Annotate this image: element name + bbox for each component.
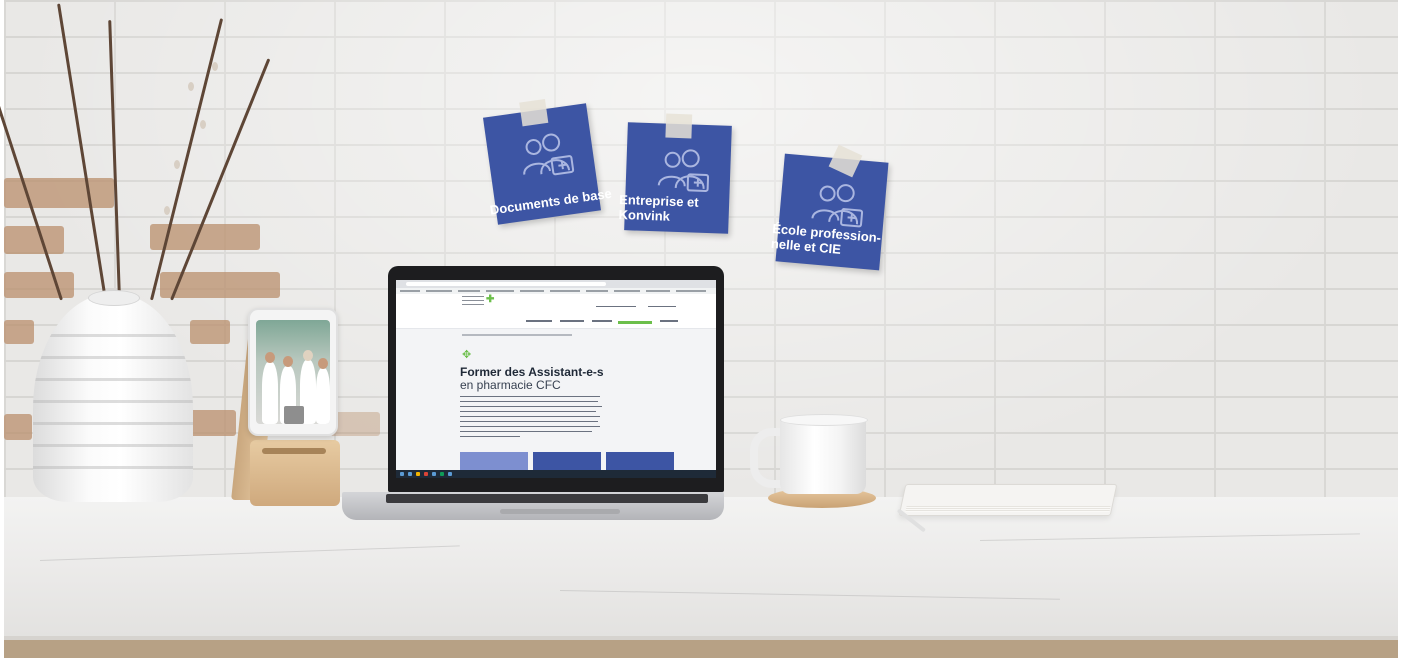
laptop-trackpad-notch	[500, 509, 620, 514]
site-header	[396, 294, 716, 329]
os-taskbar	[396, 470, 716, 478]
site-nav-item-active[interactable]	[618, 321, 652, 324]
notebook-pages	[905, 506, 1111, 512]
exposed-brick	[190, 320, 230, 344]
smartphone	[248, 308, 338, 436]
handshake-icon: ✥	[462, 349, 472, 361]
willow-bud	[174, 160, 180, 169]
site-logo-text	[462, 296, 484, 308]
laptop-keyboard	[386, 494, 708, 503]
willow-bud	[164, 206, 170, 215]
body-text-line	[460, 411, 596, 412]
body-text-line	[460, 436, 520, 437]
people-suitcase-icon	[657, 149, 710, 192]
phone-screen-photo	[256, 320, 330, 424]
body-text-line	[460, 416, 600, 417]
phone-stand-slot	[262, 448, 326, 454]
exposed-brick	[186, 410, 236, 436]
willow-bud	[188, 82, 194, 91]
sticky-note-documents[interactable]: Documents de base	[482, 98, 613, 225]
exposed-brick	[4, 272, 74, 298]
page-subtitle: en pharmacie CFC	[460, 378, 561, 392]
desk-edge	[4, 640, 1398, 658]
body-text-line	[460, 396, 600, 397]
tape	[519, 98, 549, 127]
white-vase	[33, 294, 193, 502]
sticky-note-ecole[interactable]: École profession-nelle et CIE	[770, 144, 889, 271]
site-nav-top-link[interactable]	[596, 306, 636, 307]
body-text-line	[460, 426, 600, 427]
exposed-brick	[4, 320, 34, 344]
breadcrumb	[462, 334, 572, 336]
site-nav-item[interactable]	[592, 320, 612, 322]
green-cross-icon[interactable]: ✚	[486, 295, 494, 305]
note-label: École profession-nelle et CIE	[770, 220, 882, 257]
laptop-screen: ✚ ✥ Former des Assistant-e-s en pharmaci…	[396, 280, 716, 478]
vase-opening	[88, 290, 140, 306]
body-text-line	[460, 401, 598, 402]
exposed-brick	[4, 414, 32, 440]
body-text-line	[460, 406, 602, 407]
exposed-brick	[4, 226, 64, 254]
willow-bud	[212, 62, 218, 71]
body-text-line	[460, 421, 598, 422]
people-suitcase-icon	[523, 133, 575, 176]
exposed-brick	[4, 178, 114, 208]
tape	[665, 113, 693, 139]
mug-rim	[780, 414, 868, 426]
site-nav-top-link[interactable]	[648, 306, 676, 307]
photo-scene: Documents de base Entreprise et Konvink …	[0, 0, 1408, 658]
browser-url-bar[interactable]	[406, 282, 606, 286]
body-text-line	[460, 431, 592, 432]
site-nav-item[interactable]	[526, 320, 552, 322]
site-nav-item[interactable]	[560, 320, 584, 322]
site-nav-item[interactable]	[660, 320, 678, 322]
sticky-note-entreprise[interactable]: Entreprise et Konvink	[618, 113, 732, 234]
white-mug	[780, 418, 866, 494]
note-label: Entreprise et Konvink	[618, 191, 699, 224]
willow-bud	[200, 120, 206, 129]
